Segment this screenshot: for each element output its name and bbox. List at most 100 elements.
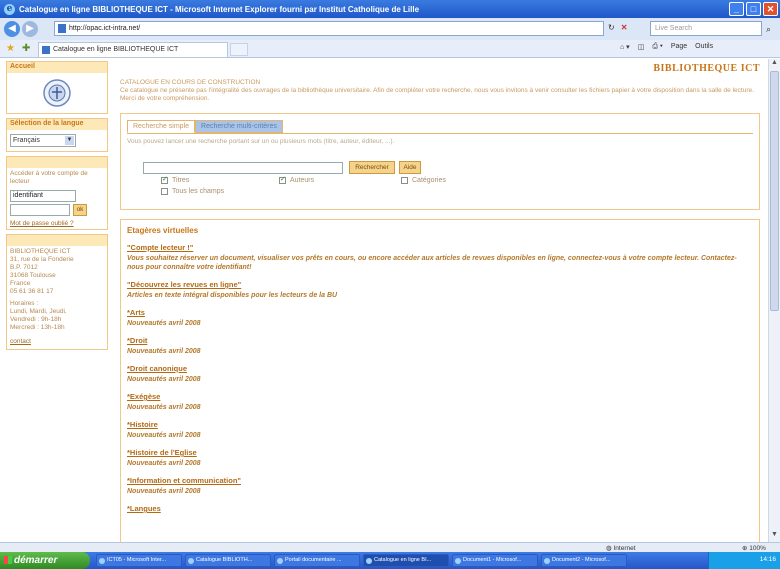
tab-multi-criteria-search[interactable]: Recherche multi-critères	[195, 120, 283, 133]
all-fields-label: Tous les champs	[172, 188, 225, 195]
zoom-level[interactable]: ⊕ 100%	[742, 544, 766, 552]
windows-flag-icon	[4, 556, 12, 564]
print-icon[interactable]: ⎙ ▾	[652, 43, 663, 51]
language-select[interactable]: Français ▼	[10, 134, 76, 147]
tab-simple-search[interactable]: Recherche simple	[127, 120, 196, 133]
shelf-link[interactable]: "Compte lecteur !"	[127, 243, 753, 252]
shelf-item: "Découvrez les revues en ligne" Articles…	[127, 280, 753, 300]
language-block: Sélection de la langue Français ▼	[6, 118, 108, 152]
contact-link[interactable]: contact	[7, 334, 107, 349]
start-label: démarrer	[14, 555, 58, 566]
shelf-link[interactable]: *Droit	[127, 336, 753, 345]
option-all-fields[interactable]: Tous les champs	[161, 188, 224, 195]
taskbar-item[interactable]: Document2 - Microsof...	[541, 554, 627, 567]
address-bar: ◀ ▶ http://opac.ict-intra.net/ ↻ ✕ Live …	[0, 18, 780, 40]
taskbar-tasks: ICT05 - Microsoft Inter... Catalogue BIB…	[96, 554, 627, 567]
shelf-link[interactable]: *Histoire	[127, 420, 753, 429]
favorites-star-icon[interactable]: ★	[6, 43, 15, 54]
address-input[interactable]: http://opac.ict-intra.net/	[54, 21, 604, 36]
live-search-placeholder: Live Search	[655, 25, 692, 32]
search-button[interactable]: Rechercher	[349, 161, 395, 174]
authors-checkbox[interactable]	[279, 175, 286, 184]
shelf-link[interactable]: *Droit canonique	[127, 364, 753, 373]
shelf-description: Nouveautés avril 2008	[127, 404, 201, 411]
shelves-title: Etagères virtuelles	[127, 226, 199, 235]
shelf-item: *Histoire Nouveautés avril 2008	[127, 420, 753, 440]
taskbar-item[interactable]: ICT05 - Microsoft Inter...	[96, 554, 182, 567]
shelf-item: *Histoire de l'Eglise Nouveautés avril 2…	[127, 448, 753, 468]
seal-icon	[43, 79, 71, 107]
home-icon[interactable]: ⌂ ▾	[620, 43, 630, 51]
option-authors[interactable]: Auteurs	[279, 175, 314, 184]
address-line: 31068 Toulouse	[10, 272, 56, 279]
search-icon[interactable]: ⌕	[766, 24, 771, 35]
login-input[interactable]: identifiant	[10, 190, 76, 202]
refresh-icon[interactable]: ↻	[608, 23, 615, 32]
close-button[interactable]: ✕	[763, 2, 778, 16]
accueil-link[interactable]: Accueil	[7, 62, 107, 73]
forgot-password-link[interactable]: Mot de passe oublié ?	[7, 218, 107, 229]
zone-label: Internet	[613, 545, 636, 552]
back-button[interactable]: ◀	[4, 21, 20, 37]
vertical-scrollbar[interactable]: ▲ ▼	[768, 59, 780, 542]
login-block: Accéder à votre compte de lecteur identi…	[6, 156, 108, 230]
taskbar-item[interactable]: Catalogue en ligne BI...	[363, 554, 449, 567]
ok-button[interactable]: ok	[73, 204, 87, 216]
search-hint: Vous pouvez lancer une recherche portant…	[127, 138, 395, 145]
live-search-input[interactable]: Live Search	[650, 21, 762, 36]
feeds-icon[interactable]: ◫	[638, 43, 645, 51]
hours-line: Horaires :	[10, 300, 39, 307]
scroll-down-icon[interactable]: ▼	[769, 531, 780, 542]
internet-explorer-icon: e	[4, 3, 15, 15]
shelf-link[interactable]: *Langues	[127, 504, 753, 513]
accueil-block: Accueil	[6, 61, 108, 114]
login-head	[7, 157, 107, 168]
shelf-description: Nouveautés avril 2008	[127, 488, 201, 495]
taskbar-item[interactable]: Document1 - Microsof...	[452, 554, 538, 567]
shelf-link[interactable]: *Exégèse	[127, 392, 753, 401]
maximize-button[interactable]: □	[746, 2, 761, 16]
shelf-item: *Langues	[127, 504, 753, 513]
taskbar-item[interactable]: Catalogue BIBLIOTH...	[185, 554, 271, 567]
page-menu[interactable]: Page	[671, 43, 687, 51]
shelf-link[interactable]: *Histoire de l'Eglise	[127, 448, 753, 457]
shelf-item: *Droit canonique Nouveautés avril 2008	[127, 364, 753, 384]
option-titles[interactable]: Titres	[161, 175, 189, 184]
search-input[interactable]	[143, 162, 343, 174]
shelf-description: Nouveautés avril 2008	[127, 320, 201, 327]
option-categories[interactable]: Catégories	[401, 177, 446, 184]
tools-menu[interactable]: Outils	[695, 43, 713, 51]
address-text: http://opac.ict-intra.net/	[69, 25, 141, 32]
shelf-link[interactable]: *Information et communication"	[127, 476, 753, 485]
search-tabs: Recherche simple Recherche multi-critère…	[127, 120, 283, 133]
password-input[interactable]	[10, 204, 70, 216]
address-line: B.P. 7012	[10, 264, 38, 271]
shelf-item: *Information et communication" Nouveauté…	[127, 476, 753, 496]
hours-line: Lundi, Mardi, Jeudi,	[10, 308, 67, 315]
shelf-link[interactable]: "Découvrez les revues en ligne"	[127, 280, 753, 289]
login-hint: Accéder à votre compte de lecteur	[10, 170, 88, 185]
stop-icon[interactable]: ✕	[621, 23, 628, 32]
all-fields-checkbox[interactable]	[161, 188, 168, 195]
tab-catalogue[interactable]: Catalogue en ligne BIBLIOTHEQUE ICT	[38, 42, 228, 57]
scrollbar-thumb[interactable]	[770, 71, 779, 311]
shelf-link[interactable]: *Arts	[127, 308, 753, 317]
minimize-button[interactable]: _	[729, 2, 744, 16]
add-favorite-icon[interactable]: ✚	[22, 43, 30, 54]
categories-checkbox[interactable]	[401, 177, 408, 184]
taskbar-item[interactable]: Portail documentaire ...	[274, 554, 360, 567]
chevron-down-icon: ▼	[65, 136, 74, 145]
start-button[interactable]: démarrer	[0, 552, 90, 569]
forward-button[interactable]: ▶	[22, 21, 38, 37]
system-tray: 14:16	[708, 552, 780, 569]
window-controls: _ □ ✕	[729, 2, 778, 16]
tabs-divider	[127, 133, 753, 134]
help-button[interactable]: Aide	[399, 161, 421, 174]
notice-text: Ce catalogue ne présente pas l'intégrali…	[120, 87, 754, 102]
scroll-up-icon[interactable]: ▲	[769, 59, 780, 70]
page-icon	[42, 46, 50, 54]
page-icon	[58, 24, 66, 33]
address-tools: ↻ ✕	[608, 23, 627, 32]
new-tab-button[interactable]	[230, 43, 248, 56]
titles-checkbox[interactable]	[161, 175, 168, 184]
